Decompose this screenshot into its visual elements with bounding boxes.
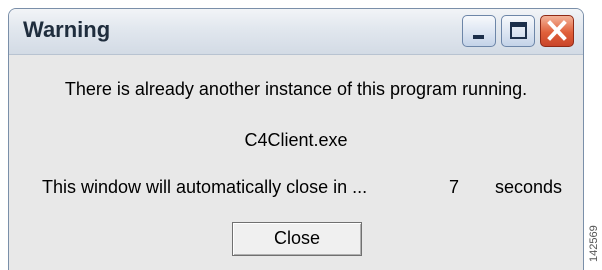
- maximize-button[interactable]: [501, 15, 535, 47]
- minimize-button[interactable]: [462, 15, 496, 47]
- title-bar[interactable]: Warning: [9, 9, 583, 55]
- minimize-icon: [473, 35, 484, 39]
- close-button[interactable]: Close: [232, 222, 362, 256]
- figure-id-watermark: 142569: [588, 218, 602, 262]
- countdown-prefix: This window will automatically close in …: [42, 177, 368, 197]
- already-running-message: There is already another instance of thi…: [64, 79, 528, 99]
- maximize-icon: [510, 22, 527, 39]
- countdown-unit: seconds: [495, 177, 563, 197]
- close-icon: [547, 20, 567, 41]
- countdown-value: 7: [449, 177, 460, 197]
- warning-dialog: Warning There is already another instanc…: [8, 8, 584, 270]
- figure-id-text: 142569: [588, 225, 600, 262]
- window-title: Warning: [23, 17, 111, 42]
- title-close-button[interactable]: [540, 15, 574, 47]
- program-name: C4Client.exe: [244, 130, 348, 150]
